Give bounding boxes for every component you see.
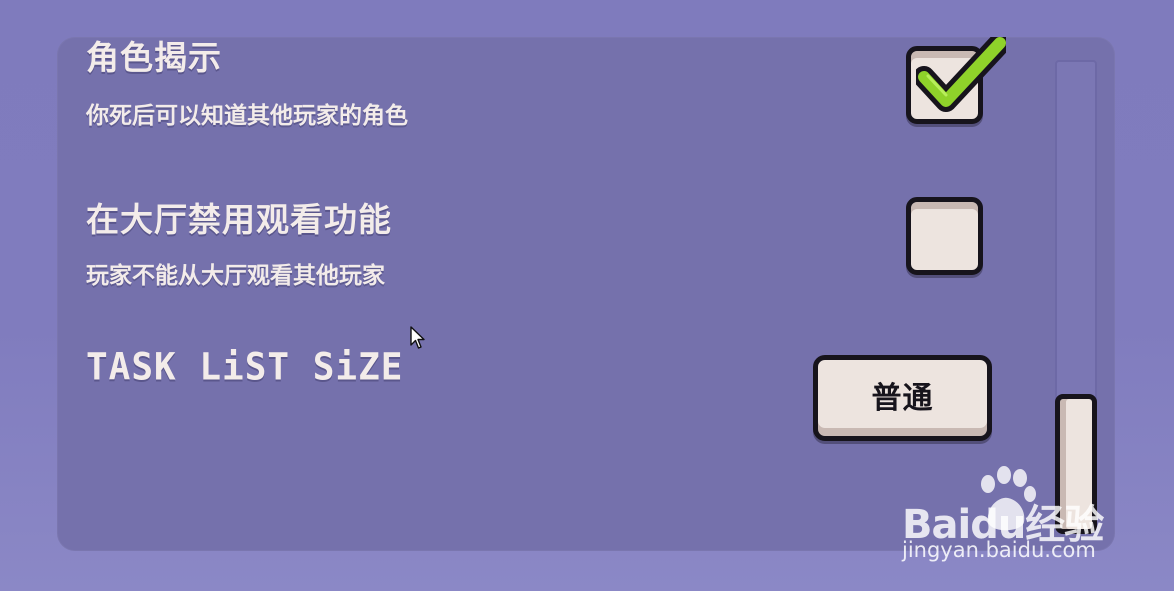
disable-spectate-checkbox[interactable] (906, 197, 983, 275)
disable-spectate-title: 在大厅禁用观看功能 (86, 200, 392, 239)
task-list-size-button[interactable]: 普通 (813, 355, 992, 441)
role-reveal-checkbox[interactable] (906, 37, 1006, 124)
disable-spectate-description: 玩家不能从大厅观看其他玩家 (86, 263, 385, 289)
role-reveal-title: 角色揭示 (86, 38, 222, 77)
scrollbar-thumb[interactable] (1055, 394, 1097, 534)
role-reveal-description: 你死后可以知道其他玩家的角色 (86, 103, 408, 129)
task-list-size-value: 普通 (871, 381, 934, 416)
task-list-size-title: TASK LiST SiZE (86, 345, 404, 390)
